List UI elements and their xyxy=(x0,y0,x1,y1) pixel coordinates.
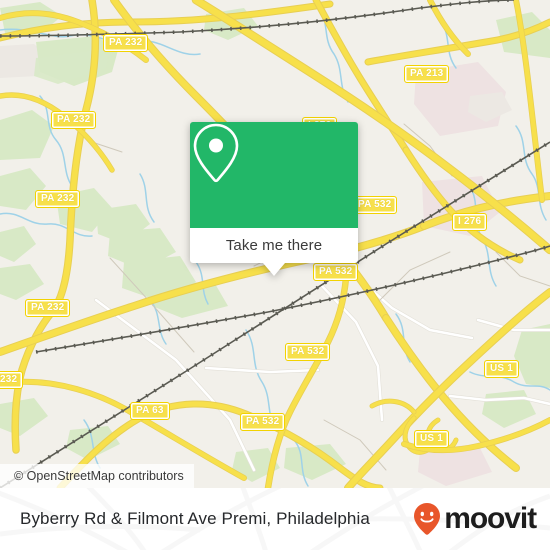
road-shield: 232 xyxy=(0,371,24,389)
road-shield: PA 232 xyxy=(25,299,71,317)
road-shield: US 1 xyxy=(484,360,520,378)
moovit-wordmark: moovit xyxy=(444,502,537,535)
moovit-brand[interactable]: moovit xyxy=(412,502,537,536)
location-title: Byberry Rd & Filmont Ave Premi, Philadel… xyxy=(20,509,370,528)
road-shield: PA 213 xyxy=(404,65,450,83)
map-screen: .rdcase{fill:none;stroke:#e8cf52;stroke-… xyxy=(0,0,550,550)
road-shield: US 1 xyxy=(414,430,450,448)
card-action-label: Take me there xyxy=(225,237,323,254)
road-shield: PA 63 xyxy=(130,402,170,420)
card-action-bar[interactable]: Take me there xyxy=(190,228,358,276)
road-shield: I 276 xyxy=(452,213,488,231)
footer-bar: Byberry Rd & Filmont Ave Premi, Philadel… xyxy=(0,488,550,550)
road-shield: PA 532 xyxy=(285,343,331,361)
moovit-smiley-pin-icon xyxy=(414,503,441,535)
location-pin-icon xyxy=(193,123,239,183)
road-shield: PA 232 xyxy=(103,34,149,52)
road-shield: PA 232 xyxy=(35,190,81,208)
road-shield: PA 532 xyxy=(352,196,398,214)
map-canvas[interactable]: .rdcase{fill:none;stroke:#e8cf52;stroke-… xyxy=(0,0,550,488)
road-shield: PA 532 xyxy=(313,263,359,281)
road-shield: PA 532 xyxy=(240,413,286,431)
road-shield: PA 232 xyxy=(51,111,97,129)
take-me-there-card[interactable]: Take me there xyxy=(190,122,358,276)
card-pointer-tail xyxy=(263,263,285,276)
card-image-area xyxy=(190,122,358,228)
map-attribution[interactable]: © OpenStreetMap contributors xyxy=(0,464,194,488)
